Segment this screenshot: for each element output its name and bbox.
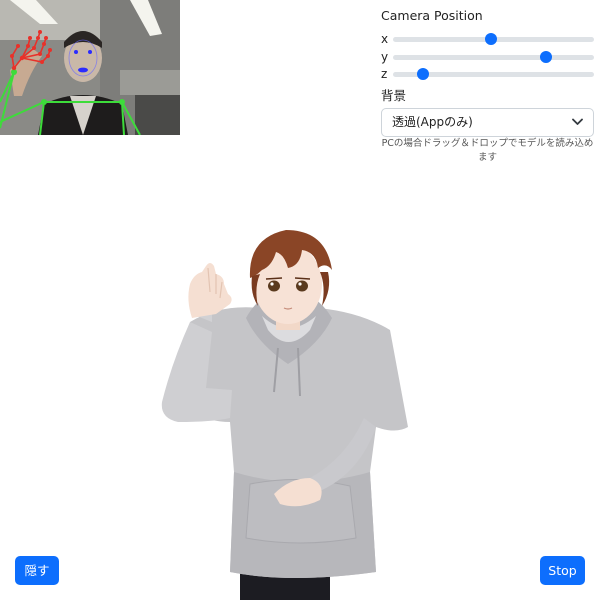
slider-thumb[interactable] xyxy=(417,68,430,80)
slider-thumb[interactable] xyxy=(485,33,498,45)
hide-button[interactable]: 隠す xyxy=(15,556,59,585)
camera-position-title: Camera Position xyxy=(381,8,483,23)
camera-z-slider[interactable] xyxy=(393,66,594,82)
vrm-avatar[interactable] xyxy=(150,222,430,600)
camera-y-slider[interactable] xyxy=(393,49,594,65)
avatar-model xyxy=(161,230,408,600)
axis-label-y: y xyxy=(381,50,389,64)
webcam-preview xyxy=(0,0,180,135)
background-label: 背景 xyxy=(381,88,407,103)
background-select-value: 透過(Appのみ) xyxy=(392,115,473,129)
axis-row-z: z xyxy=(381,66,594,82)
axis-row-y: y xyxy=(381,49,594,65)
webcam-feed xyxy=(0,0,180,135)
slider-thumb[interactable] xyxy=(539,51,552,63)
axis-row-x: x xyxy=(381,31,594,47)
stop-button[interactable]: Stop xyxy=(540,556,585,585)
axis-label-z: z xyxy=(381,67,388,81)
chevron-down-icon xyxy=(572,118,583,125)
drag-drop-hint: PCの場合ドラッグ＆ドロップでモデルを読み込めます xyxy=(381,138,594,163)
camera-x-slider[interactable] xyxy=(393,31,594,47)
app-stage: Camera Position x y z 背景 透過(Appのみ) PCの場合… xyxy=(0,0,600,600)
slider-track xyxy=(393,55,594,60)
axis-label-x: x xyxy=(381,32,389,46)
background-select[interactable]: 透過(Appのみ) xyxy=(381,108,594,137)
